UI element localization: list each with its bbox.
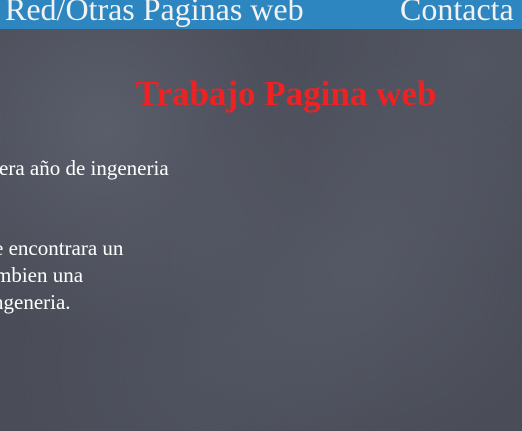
paragraph-2: e encontrara un mbien una ngeneria. — [0, 235, 123, 316]
text-line: ngeneria. — [0, 290, 71, 314]
text-line: era año de ingeneria — [0, 156, 169, 180]
text-line: e encontrara un — [0, 236, 124, 260]
page-title: Trabajo Pagina web — [135, 74, 437, 113]
nav-link-otras-paginas[interactable]: Red/Otras Paginas web — [5, 0, 304, 28]
nav-bar: Red/Otras Paginas web Contacta — [0, 0, 522, 29]
nav-link-contacta[interactable]: Contacta — [400, 0, 514, 28]
text-line: mbien una — [0, 263, 84, 287]
paragraph-1: era año de ingeneria — [0, 155, 169, 182]
